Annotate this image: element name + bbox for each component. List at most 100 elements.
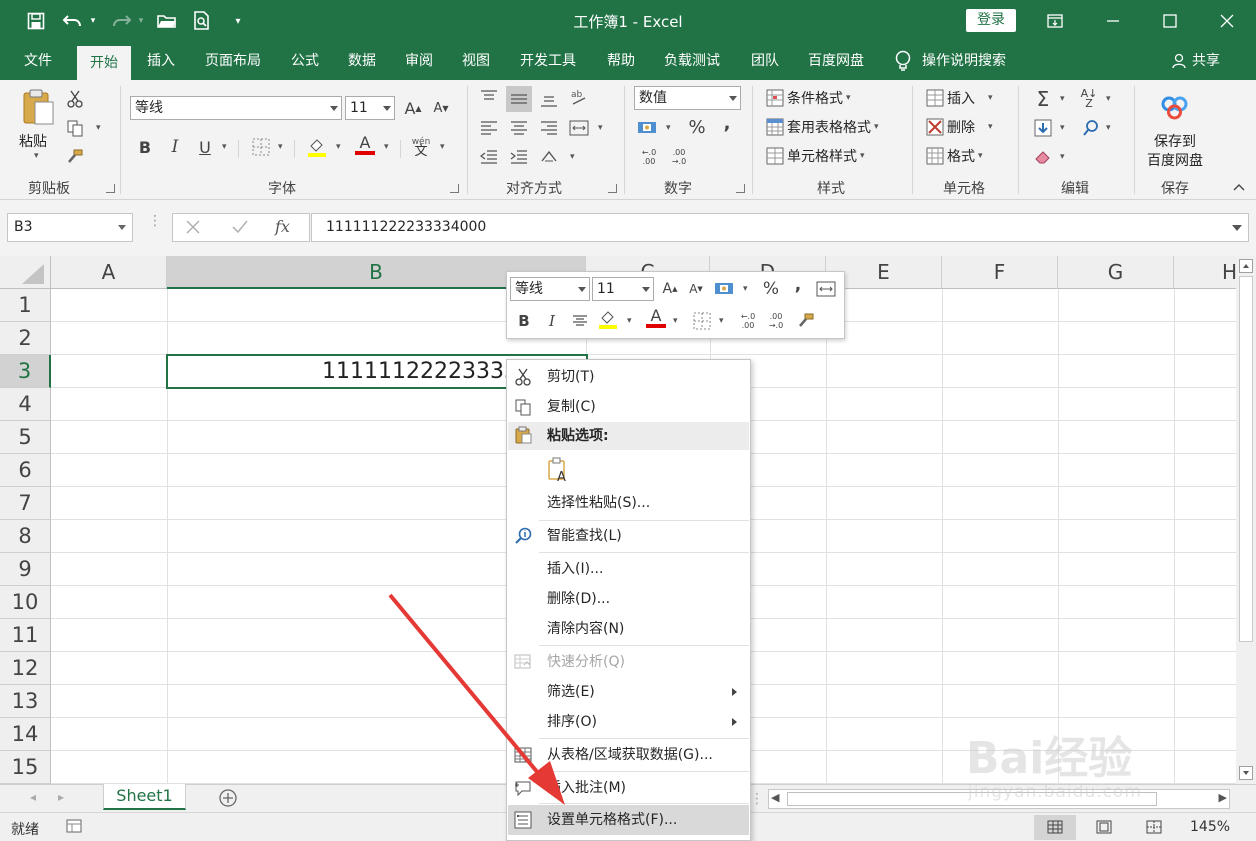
column-header-a[interactable]: A: [51, 256, 167, 289]
ribbon-display-options-icon[interactable]: [1026, 0, 1084, 42]
tab-developer[interactable]: 开发工具: [510, 42, 586, 80]
delete-cells-button[interactable]: 删除 ▾: [926, 117, 993, 137]
page-break-view-icon[interactable]: [1146, 820, 1162, 834]
sheet-tab-sheet1[interactable]: Sheet1: [103, 784, 186, 810]
accounting-format-icon[interactable]: [636, 117, 658, 139]
maximize-icon[interactable]: [1141, 0, 1199, 42]
macro-record-icon[interactable]: [66, 819, 82, 833]
font-color-dropdown-icon[interactable]: ▾: [384, 142, 389, 152]
mini-percent-icon[interactable]: %: [760, 278, 782, 300]
collapse-ribbon-icon[interactable]: [1232, 182, 1246, 196]
underline-dropdown-icon[interactable]: ▾: [222, 142, 227, 152]
mini-align-center-icon[interactable]: [569, 310, 591, 332]
conditional-format-button[interactable]: 条件格式 ▾: [766, 88, 851, 108]
normal-view-button[interactable]: [1034, 815, 1076, 840]
tab-split-icon[interactable]: ⋮: [750, 791, 764, 807]
number-format-combo[interactable]: 数值: [634, 86, 741, 110]
borders-icon[interactable]: [250, 136, 272, 158]
decrease-indent-icon[interactable]: [478, 146, 500, 168]
tab-page-layout[interactable]: 页面布局: [196, 42, 270, 80]
mini-fill-color-icon[interactable]: [597, 308, 619, 330]
mini-increase-decimal-icon[interactable]: ←.0.00: [737, 310, 759, 332]
save-icon[interactable]: [24, 9, 48, 33]
redo-dropdown-icon[interactable]: ▾: [134, 9, 148, 33]
row-header[interactable]: 10: [0, 586, 51, 619]
insert-function-icon[interactable]: fx: [275, 217, 290, 236]
scroll-right-icon[interactable]: ▶: [1219, 791, 1227, 804]
align-center-icon[interactable]: [508, 117, 530, 139]
copy-dropdown-icon[interactable]: ▾: [96, 123, 101, 133]
autosum-dropdown-icon[interactable]: ▾: [1060, 94, 1065, 104]
row-header[interactable]: 8: [0, 520, 51, 553]
select-all-corner[interactable]: [0, 256, 51, 289]
accounting-dropdown-icon[interactable]: ▾: [666, 123, 671, 133]
mini-accounting-icon[interactable]: [713, 278, 735, 300]
tab-team[interactable]: 团队: [740, 42, 790, 80]
menu-item-insert-comment[interactable]: 插入批注(M): [508, 773, 749, 803]
merge-dropdown-icon[interactable]: ▾: [598, 123, 603, 133]
cell-styles-button[interactable]: 单元格样式 ▾: [766, 146, 865, 166]
scroll-down-icon[interactable]: [1239, 766, 1253, 780]
menu-item-delete[interactable]: 删除(D)...: [508, 584, 749, 614]
row-header[interactable]: 11: [0, 619, 51, 652]
page-layout-view-icon[interactable]: [1096, 820, 1112, 834]
cancel-entry-icon[interactable]: [185, 219, 201, 235]
find-dropdown-icon[interactable]: ▾: [1106, 123, 1111, 133]
row-header[interactable]: 15: [0, 751, 51, 784]
shrink-font-icon[interactable]: A ▼: [430, 97, 452, 119]
minimize-icon[interactable]: [1084, 0, 1142, 42]
mini-fill-dropdown-icon[interactable]: ▾: [627, 316, 632, 326]
scroll-left-icon[interactable]: ◀: [771, 791, 779, 804]
italic-icon[interactable]: I: [164, 136, 186, 158]
increase-decimal-icon[interactable]: ←.0.00: [638, 146, 660, 168]
undo-dropdown-icon[interactable]: ▾: [86, 9, 100, 33]
row-header[interactable]: 3: [0, 355, 51, 388]
formula-bar-splitter-icon[interactable]: ⋮: [148, 214, 162, 228]
horizontal-scrollbar[interactable]: ◀ ▶: [768, 789, 1230, 809]
name-box[interactable]: B3: [7, 213, 133, 242]
new-sheet-icon[interactable]: [218, 788, 238, 808]
row-header[interactable]: 4: [0, 388, 51, 421]
cut-icon[interactable]: [64, 88, 86, 110]
undo-icon[interactable]: [58, 9, 88, 33]
decrease-decimal-icon[interactable]: .00 →.0: [668, 146, 690, 168]
format-as-table-button[interactable]: 套用表格格式 ▾: [766, 117, 879, 137]
borders-dropdown-icon[interactable]: ▾: [278, 142, 283, 152]
clear-dropdown-icon[interactable]: ▾: [1060, 152, 1065, 162]
insert-cells-button[interactable]: 插入 ▾: [926, 88, 993, 108]
mini-italic-icon[interactable]: I: [541, 310, 563, 332]
bold-icon[interactable]: B: [134, 136, 156, 158]
align-bottom-icon[interactable]: [538, 90, 560, 112]
underline-icon[interactable]: U: [194, 136, 216, 158]
confirm-entry-icon[interactable]: [231, 219, 249, 235]
number-launcher-icon[interactable]: [736, 184, 745, 193]
mini-grow-font-icon[interactable]: A ▲: [659, 278, 681, 300]
mini-format-painter-icon[interactable]: [795, 310, 817, 332]
redo-icon[interactable]: [106, 9, 136, 33]
expand-formula-bar-icon[interactable]: [1232, 225, 1242, 231]
mini-shrink-font-icon[interactable]: A ▼: [685, 278, 707, 300]
vertical-scroll-thumb[interactable]: [1239, 276, 1253, 642]
column-header-f[interactable]: F: [942, 256, 1058, 289]
wrap-dropdown-icon[interactable]: ▾: [570, 152, 575, 162]
autosum-icon[interactable]: Σ: [1032, 87, 1054, 111]
tab-home[interactable]: 开始: [77, 46, 131, 80]
paste-button-label[interactable]: 粘贴: [19, 131, 47, 151]
customize-qat-icon[interactable]: ▾: [226, 9, 250, 33]
font-launcher-icon[interactable]: [450, 184, 459, 193]
zoom-level[interactable]: 145%: [1190, 819, 1230, 835]
wrap-text-icon[interactable]: [538, 146, 560, 168]
menu-item-clear-contents[interactable]: 清除内容(N): [508, 614, 749, 644]
row-header[interactable]: 9: [0, 553, 51, 586]
scroll-up-icon[interactable]: [1239, 259, 1253, 273]
fill-down-icon[interactable]: [1032, 117, 1054, 139]
menu-item-sort[interactable]: 排序(O): [508, 707, 749, 737]
paste-dropdown-icon[interactable]: ▾: [34, 151, 39, 161]
paste-option-keep-text[interactable]: A: [508, 452, 749, 488]
sort-filter-dropdown-icon[interactable]: ▾: [1106, 94, 1111, 104]
vertical-scrollbar[interactable]: [1236, 256, 1256, 784]
row-header[interactable]: 6: [0, 454, 51, 487]
mini-borders-dropdown-icon[interactable]: ▾: [719, 316, 724, 326]
phonetic-dropdown-icon[interactable]: ▾: [440, 142, 445, 152]
menu-item-get-data-from-table[interactable]: 从表格/区域获取数据(G)...: [508, 740, 749, 770]
